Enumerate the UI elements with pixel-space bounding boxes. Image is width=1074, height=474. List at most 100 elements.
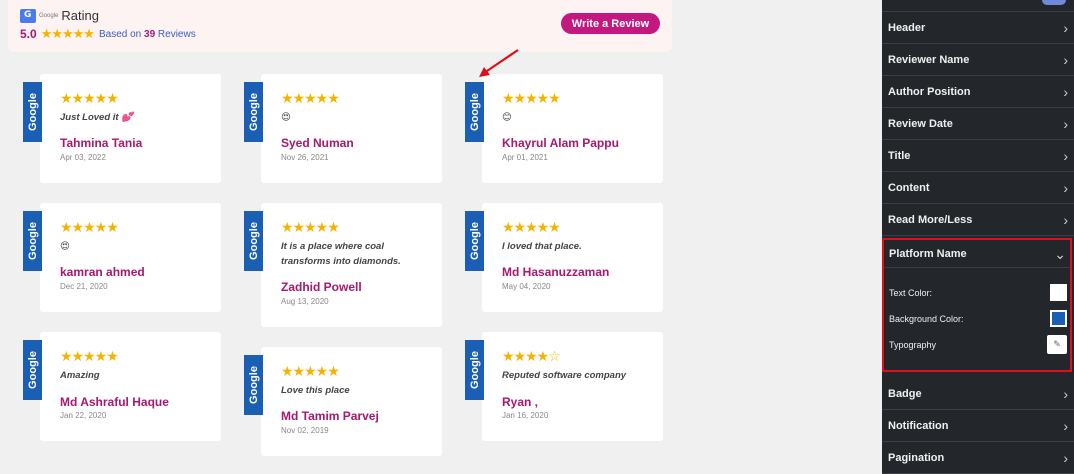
panel-item-author-position[interactable]: Author Position › — [882, 76, 1074, 108]
review-date: Apr 03, 2022 — [60, 153, 106, 162]
review-date: Dec 21, 2020 — [60, 282, 108, 291]
platform-tag: Google — [244, 355, 263, 415]
review-stars: ★★★★☆ — [502, 348, 561, 364]
review-stars: ★★★★★ — [281, 90, 340, 106]
panel-item-header[interactable]: Header › — [882, 12, 1074, 44]
panel-item-notification[interactable]: Notification › — [882, 410, 1074, 442]
review-text: 😍 — [281, 112, 291, 123]
review-text: 😊 — [502, 112, 512, 123]
panel-item-label: Author Position — [888, 85, 971, 98]
platform-tag: Google — [23, 340, 42, 400]
rating-stars: ★★★★★ — [40, 26, 95, 41]
panel-item-label: Reviewer Name — [888, 53, 970, 66]
chevron-right-icon: › — [1063, 19, 1068, 36]
review-date: Nov 02, 2019 — [281, 426, 329, 435]
review-stars: ★★★★★ — [502, 90, 561, 106]
chevron-right-icon: › — [1063, 115, 1068, 132]
review-date: Jan 16, 2020 — [502, 411, 549, 420]
platform-name-header[interactable]: Platform Name ⌄ — [884, 240, 1070, 268]
chevron-right-icon: › — [1063, 83, 1068, 100]
platform-name: Google — [26, 351, 39, 389]
reviewer-name[interactable]: Zadhid Powell — [281, 280, 362, 294]
reviewer-name[interactable]: Md Tamim Parvej — [281, 409, 379, 423]
reviewer-name[interactable]: Ryan , — [502, 395, 538, 409]
review-text: 😍 — [60, 241, 70, 252]
reviews-header: Google Rating 5.0 ★★★★★ Based on 39 Revi… — [8, 0, 672, 52]
review-text: It is a place where coal transforms into… — [281, 241, 401, 267]
review-card: Google ★★★★★ Just Loved it 💕 Tahmina Tania A… — [23, 74, 221, 183]
chevron-right-icon: › — [1063, 211, 1068, 228]
panel-item-label: Header — [888, 21, 926, 34]
panel-item-reviewer-name[interactable]: Reviewer Name › — [882, 44, 1074, 76]
platform-name: Google — [247, 366, 260, 404]
reviewer-name[interactable]: Khayrul Alam Pappu — [502, 136, 619, 150]
review-date: Jan 22, 2020 — [60, 411, 107, 420]
chevron-right-icon: › — [1063, 417, 1068, 434]
review-card: Google ★★★★★ Amazing Md Ashraful Haque Jan 2… — [23, 332, 221, 441]
reviewer-name[interactable]: kamran ahmed — [60, 265, 145, 279]
review-card: Google ★★★★★ It is a place where coal tran… — [244, 203, 442, 327]
reviewer-name[interactable]: Md Hasanuzzaman — [502, 265, 609, 279]
platform-name: Google — [468, 93, 481, 131]
rating-title: Rating — [61, 8, 99, 23]
review-count: 39 — [144, 28, 156, 40]
chevron-right-icon: › — [1063, 385, 1068, 402]
panel-item-label: Content — [888, 181, 930, 194]
review-text: Just Loved it 💕 — [60, 112, 134, 123]
platform-name: Google — [247, 222, 260, 260]
text-color-swatch[interactable] — [1050, 284, 1067, 301]
platform-name: Google — [468, 222, 481, 260]
platform-name: Google — [247, 93, 260, 131]
platform-name: Google — [468, 351, 481, 389]
review-stars: ★★★★★ — [60, 348, 119, 364]
rating-summary: 5.0 ★★★★★ Based on 39 Reviews — [20, 26, 196, 42]
reviewer-name[interactable]: Md Ashraful Haque — [60, 395, 169, 409]
review-stars: ★★★★★ — [281, 363, 340, 379]
panel-item-label: Review Date — [888, 117, 953, 130]
background-color-swatch[interactable] — [1050, 310, 1067, 327]
panel-item-label: Badge — [888, 387, 922, 400]
platform-tag: Google — [244, 211, 263, 271]
platform-tag: Google — [465, 340, 484, 400]
reviewer-name[interactable]: Syed Numan — [281, 136, 354, 150]
panel-item-badge[interactable]: Badge › — [882, 378, 1074, 410]
typography-edit-button[interactable]: ✎ — [1047, 335, 1067, 354]
review-card: Google ★★★★★ 😍 Syed Numan Nov 26, 2021 — [244, 74, 442, 183]
review-text: I loved that place. — [502, 241, 582, 252]
typography-label: Typography — [889, 340, 937, 350]
google-business-icon — [20, 8, 36, 23]
chevron-right-icon: › — [1063, 147, 1068, 164]
panel-item-title[interactable]: Title › — [882, 140, 1074, 172]
panel-item-pagination[interactable]: Pagination › — [882, 442, 1074, 474]
google-wordmark: Google — [39, 12, 59, 19]
chevron-right-icon: › — [1063, 449, 1068, 466]
panel-item-label: Notification — [888, 419, 949, 432]
review-text: Love this place — [281, 385, 350, 396]
panel-item-label: Title — [888, 149, 911, 162]
panel-item-read-more-less[interactable]: Read More/Less › — [882, 204, 1074, 236]
panel-item-label: Read More/Less — [888, 213, 973, 226]
review-card: Google ★★★★★ 😍 kamran ahmed Dec 21, 2020 — [23, 203, 221, 312]
rating-score: 5.0 — [20, 27, 37, 41]
platform-name-section: Platform Name ⌄ Text Color: Background C… — [882, 238, 1072, 372]
panel-item-content[interactable]: Content › — [882, 172, 1074, 204]
review-stars: ★★★★★ — [281, 219, 340, 235]
chevron-down-icon: ⌄ — [1054, 245, 1066, 262]
reviewer-name[interactable]: Tahmina Tania — [60, 136, 142, 150]
review-date: Apr 01, 2021 — [502, 153, 548, 162]
write-review-button[interactable]: Write a Review — [561, 13, 660, 34]
based-on-text[interactable]: Based on 39 Reviews — [99, 29, 196, 40]
review-text: Amazing — [60, 370, 100, 381]
review-text: Reputed software company — [502, 370, 627, 381]
review-card: Google ★★★★★ 😊 Khayrul Alam Pappu Apr 01, 20… — [465, 74, 663, 183]
review-card: Google ★★★★★ Love this place Md Tamim Parve… — [244, 347, 442, 456]
platform-tag: Google — [465, 211, 484, 271]
review-stars: ★★★★★ — [60, 219, 119, 235]
panel-item-review-date[interactable]: Review Date › — [882, 108, 1074, 140]
toggle-switch[interactable] — [1042, 0, 1066, 5]
review-stars: ★★★★★ — [502, 219, 561, 235]
review-card: Google ★★★★★ I loved that place. Md Hasanuz… — [465, 203, 663, 312]
review-date: Aug 13, 2020 — [281, 297, 329, 306]
red-arrow-icon — [479, 49, 519, 77]
chevron-right-icon: › — [1063, 51, 1068, 68]
